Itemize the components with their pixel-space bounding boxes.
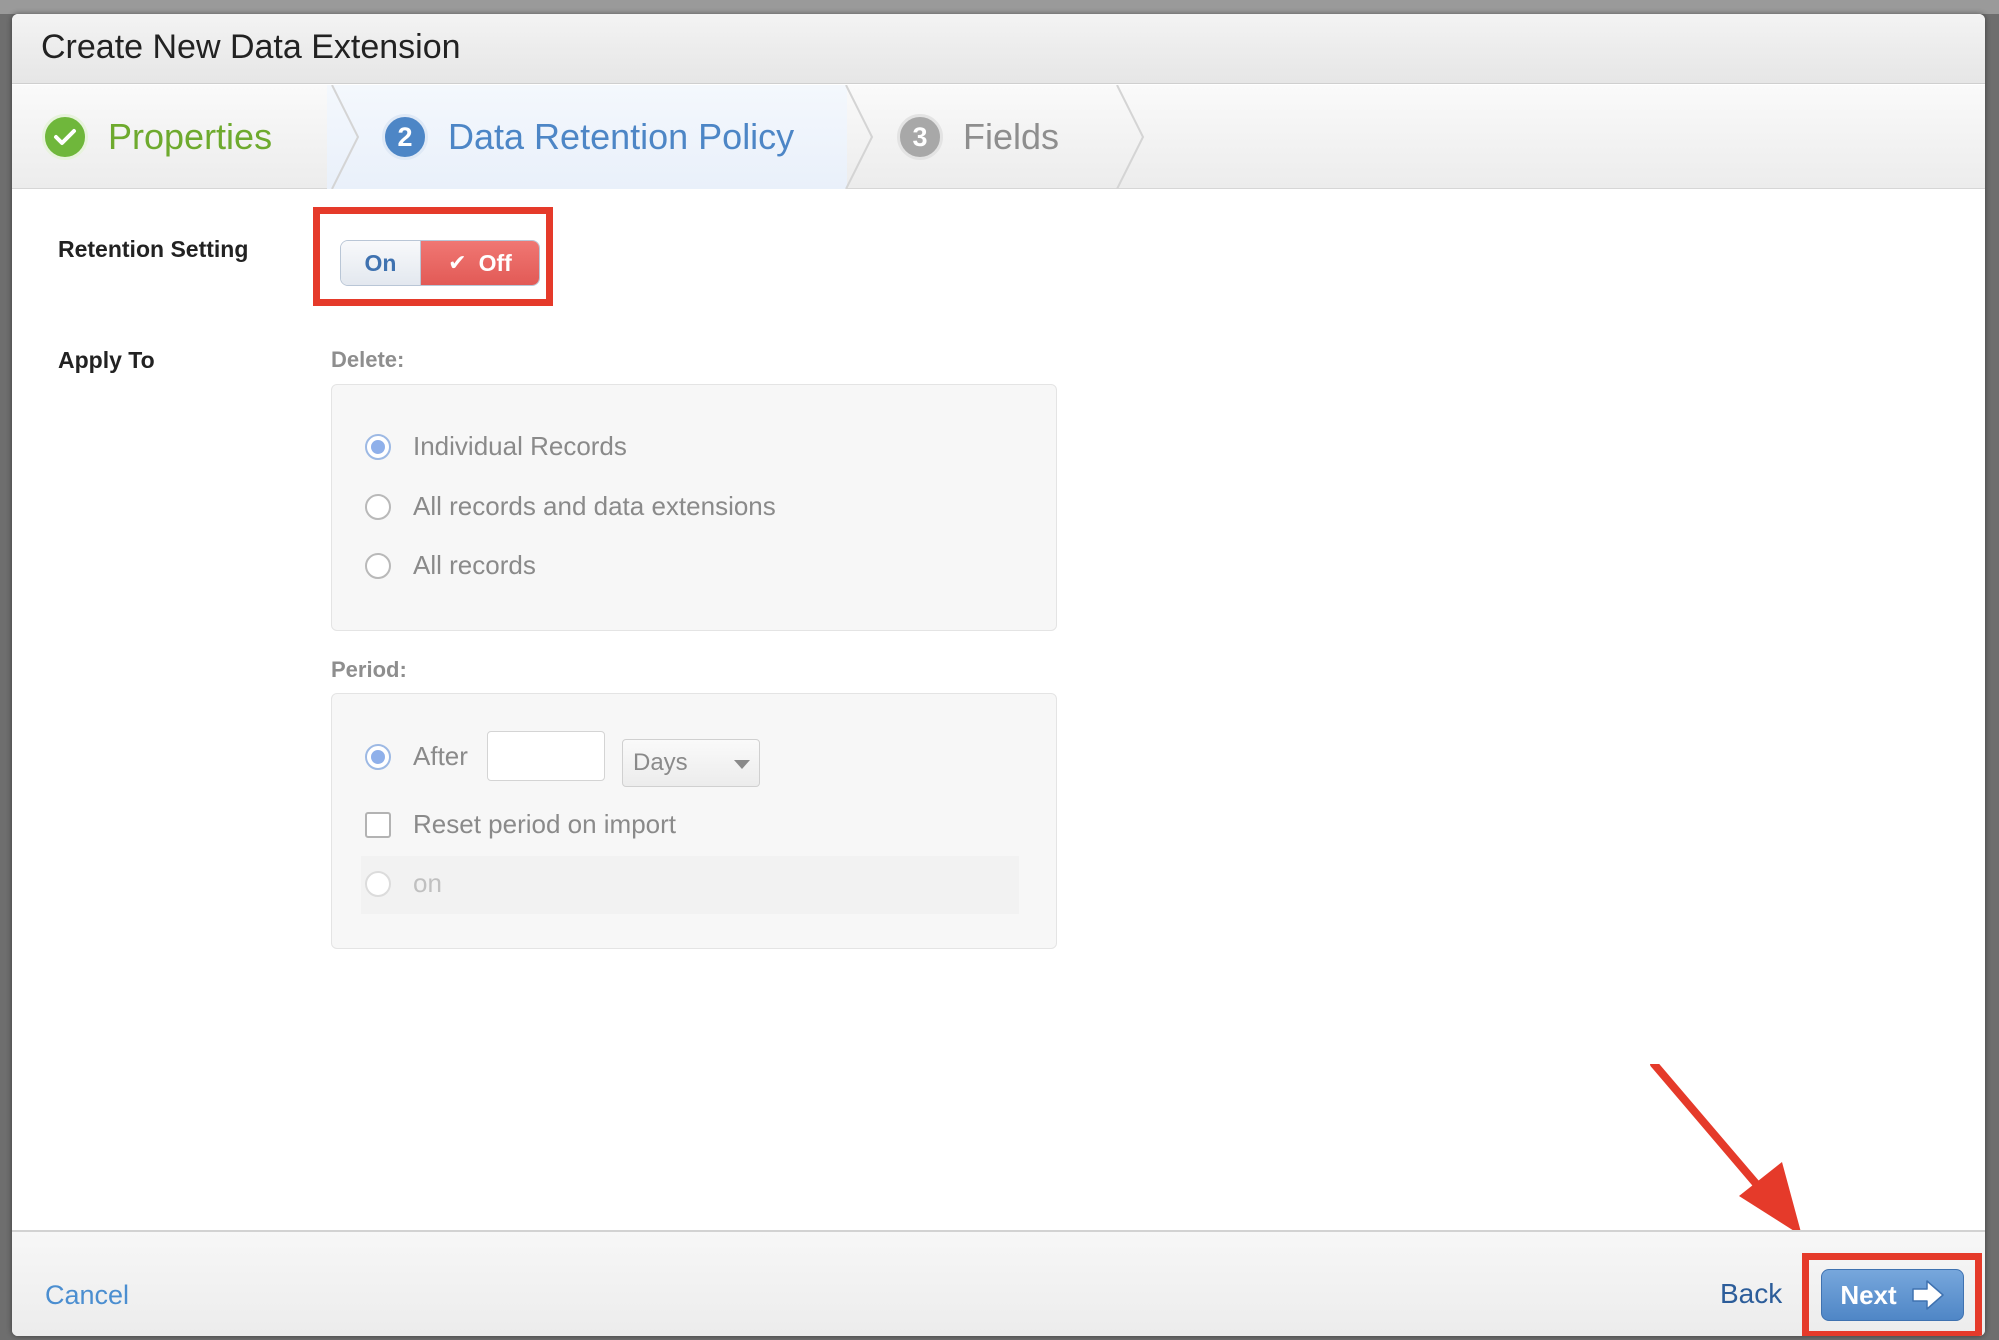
annotation-highlight-box: On ✔ Off — [313, 207, 553, 306]
radio-on-date[interactable]: on — [365, 868, 442, 899]
delete-options-panel: Individual Records All records and data … — [331, 384, 1057, 631]
step-separator-chevron — [845, 85, 874, 189]
step-data-retention-policy[interactable]: 2 Data Retention Policy — [382, 85, 794, 189]
toggle-on-option[interactable]: On — [341, 241, 421, 285]
step-separator-chevron — [1116, 85, 1145, 189]
radio-button[interactable] — [365, 552, 391, 579]
radio-label: on — [413, 868, 442, 898]
step-label: Fields — [963, 116, 1060, 157]
step-label: Properties — [108, 116, 273, 157]
annotation-arrow-icon — [1650, 1064, 1802, 1236]
period-amount-input[interactable] — [487, 731, 605, 781]
back-link[interactable]: Back — [1720, 1278, 1782, 1310]
radio-label: All records and data extensions — [413, 491, 776, 521]
dialog-footer: Cancel Back Next — [12, 1230, 1985, 1336]
radio-label: All records — [413, 550, 536, 580]
reset-period-checkbox-row[interactable]: Reset period on import — [365, 809, 676, 840]
delete-label: Delete: — [331, 347, 405, 372]
annotation-highlight-box: Next — [1802, 1253, 1982, 1336]
period-label: Period: — [331, 657, 407, 682]
radio-label: Individual Records — [413, 431, 627, 461]
step-number-badge: 2 — [382, 114, 428, 160]
radio-after[interactable]: After — [365, 741, 468, 772]
step-number-badge: 3 — [897, 114, 943, 160]
arrow-right-icon — [1911, 1280, 1944, 1310]
retention-setting-label: Retention Setting — [58, 236, 249, 262]
checkbox-label: Reset period on import — [413, 809, 677, 839]
select-value: Days — [633, 749, 688, 776]
chevron-down-icon — [734, 760, 750, 769]
radio-all-records[interactable]: All records — [365, 550, 536, 581]
apply-to-label: Apply To — [58, 347, 155, 373]
period-unit-select[interactable]: Days — [622, 739, 760, 787]
radio-label: After — [413, 741, 468, 771]
wizard-steps: Properties 2 Data Retention Policy 3 Fie… — [12, 85, 1985, 189]
radio-button[interactable] — [365, 493, 391, 520]
checkmark-icon — [42, 114, 88, 160]
next-label: Next — [1840, 1279, 1897, 1310]
radio-all-records-and-data-extensions[interactable]: All records and data extensions — [365, 491, 776, 522]
retention-toggle[interactable]: On ✔ Off — [340, 240, 540, 286]
reset-period-checkbox[interactable] — [365, 811, 391, 838]
radio-button[interactable] — [365, 433, 391, 460]
on-date-row-background — [361, 856, 1019, 914]
period-panel: After Days Reset period on import on — [331, 693, 1057, 949]
checkmark-icon: ✔ — [448, 250, 467, 275]
next-button[interactable]: Next — [1821, 1269, 1964, 1321]
toggle-off-option[interactable]: ✔ Off — [421, 241, 539, 285]
cancel-link[interactable]: Cancel — [45, 1280, 129, 1311]
dialog-header: Create New Data Extension — [12, 14, 1985, 84]
step-separator-chevron — [331, 85, 360, 189]
step-fields[interactable]: 3 Fields — [897, 85, 1059, 189]
radio-individual-records[interactable]: Individual Records — [365, 431, 627, 462]
step-properties[interactable]: Properties — [42, 85, 272, 189]
step-label: Data Retention Policy — [448, 116, 795, 157]
toggle-off-label: Off — [478, 249, 512, 276]
backdrop — [0, 0, 1999, 14]
dialog-title: Create New Data Extension — [41, 28, 461, 66]
radio-button[interactable] — [365, 870, 391, 897]
create-data-extension-dialog: Create New Data Extension Properties 2 D… — [12, 14, 1985, 1336]
radio-button[interactable] — [365, 743, 391, 770]
